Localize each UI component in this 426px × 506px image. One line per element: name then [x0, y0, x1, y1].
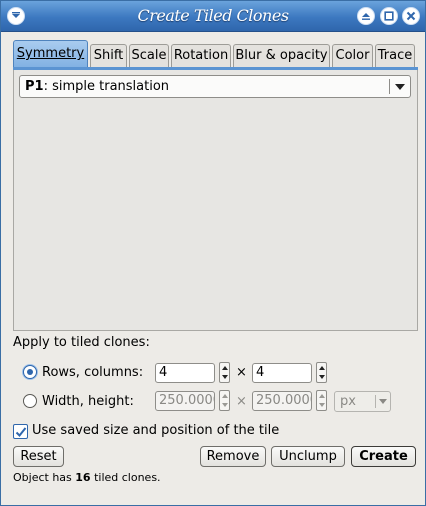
tab-color[interactable]: Color	[332, 44, 373, 68]
width-height-label: Width, height:	[42, 394, 134, 409]
reset-button[interactable]: Reset	[13, 446, 64, 467]
chevron-down-icon	[395, 84, 405, 90]
rows-stepper[interactable]	[219, 362, 230, 383]
unit-separator	[375, 395, 376, 408]
tab-scale[interactable]: Scale	[129, 44, 169, 68]
create-button[interactable]: Create	[351, 446, 416, 467]
tab-blur-opacity[interactable]: Blur & opacity	[233, 44, 330, 68]
symmetry-group-value: P1: simple translation	[25, 79, 170, 94]
tab-shift[interactable]: Shift	[90, 44, 127, 68]
unit-value: px	[340, 394, 356, 409]
columns-stepper[interactable]	[316, 362, 327, 383]
maximize-icon[interactable]	[380, 7, 398, 25]
height-stepper[interactable]	[316, 390, 327, 411]
rows-columns-label: Rows, columns:	[42, 365, 144, 380]
symmetry-panel	[13, 70, 418, 331]
rows-input[interactable]: 4	[155, 363, 215, 383]
columns-input[interactable]: 4	[252, 363, 312, 383]
width-height-radio[interactable]	[23, 394, 37, 408]
shade-icon[interactable]	[357, 7, 375, 25]
times-sign: ×	[236, 365, 247, 380]
tab-symmetry[interactable]: Symmetry	[13, 40, 88, 69]
symmetry-group-select[interactable]: P1: simple translation	[19, 75, 411, 98]
times-sign-disabled: ×	[236, 394, 247, 409]
unclump-button[interactable]: Unclump	[271, 446, 345, 467]
status-text: Object has 16 tiled clones.	[13, 471, 161, 484]
remove-button[interactable]: Remove	[200, 446, 266, 467]
width-stepper[interactable]	[219, 390, 230, 411]
width-input[interactable]: 250.0000	[155, 391, 215, 411]
close-icon[interactable]	[402, 7, 420, 25]
height-input[interactable]: 250.0000	[252, 391, 312, 411]
tab-trace[interactable]: Trace	[375, 44, 415, 68]
use-saved-checkbox[interactable]	[13, 424, 28, 439]
tab-rotation[interactable]: Rotation	[171, 44, 231, 68]
create-tiled-clones-dialog: Create Tiled Clones Symmetry Shift Scale…	[0, 0, 426, 506]
unit-select[interactable]: px	[334, 391, 391, 412]
apply-to-label: Apply to tiled clones:	[13, 335, 150, 350]
clone-count: 16	[75, 471, 91, 484]
dropdown-separator	[389, 79, 390, 94]
check-icon	[15, 427, 27, 437]
use-saved-label: Use saved size and position of the tile	[32, 423, 280, 438]
chevron-down-icon	[379, 399, 387, 404]
title-bar[interactable]: Create Tiled Clones	[1, 1, 425, 32]
rows-columns-radio[interactable]	[23, 365, 37, 379]
